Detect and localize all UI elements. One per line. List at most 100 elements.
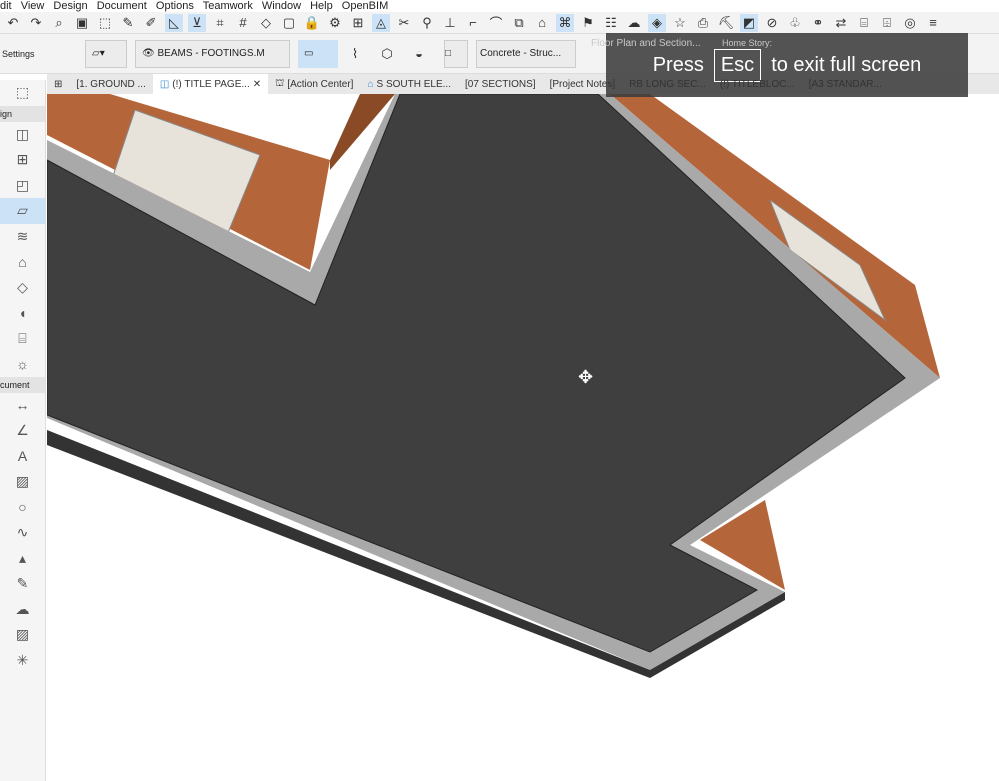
tab-titleblock[interactable]: (!) TITLEBLOC... <box>713 74 802 94</box>
roof-tool[interactable]: ⌂ <box>0 249 45 275</box>
fit-window-icon[interactable]: ▣ <box>73 14 91 32</box>
guide-lines-icon[interactable]: ◺ <box>165 13 183 32</box>
lighthouse-icon: ⛫ <box>275 77 285 89</box>
fill-tool[interactable]: ▨ <box>0 469 45 495</box>
tab-long-section[interactable]: RB LONG SEC... <box>622 74 713 94</box>
material-selector[interactable]: Concrete - Struc... <box>476 39 576 68</box>
section-icon[interactable]: ◩ <box>740 13 758 32</box>
cloud-tool[interactable]: ☁ <box>0 597 45 623</box>
window-tool[interactable]: ⊞ <box>0 147 45 173</box>
tab-grid-icon[interactable]: ⊞ <box>47 74 69 94</box>
scissors-icon[interactable]: ✂ <box>395 14 413 32</box>
undo-icon[interactable]: ↶ <box>4 14 22 32</box>
settings-label[interactable]: Settings <box>0 49 85 59</box>
cross-section-button[interactable]: □ <box>444 39 468 68</box>
tab-project-notes[interactable]: [Project Notes] <box>543 74 623 94</box>
eyedropper-icon[interactable]: ✎ <box>119 14 137 32</box>
menu-view[interactable]: View <box>21 0 45 12</box>
tab-action-center[interactable]: ⛫ [Action Center] <box>268 74 360 94</box>
layer-icon[interactable]: ▢ <box>280 14 298 32</box>
building-icon[interactable]: ⌸ <box>855 14 873 32</box>
door-tool[interactable]: ◰ <box>0 173 45 199</box>
publish-icon[interactable]: ⎙ <box>694 14 712 32</box>
angle-dimension-tool[interactable]: ∠ <box>0 418 45 444</box>
menu-edit[interactable]: dit <box>0 0 12 12</box>
polyline-beam-icon[interactable]: ⌇ <box>346 45 364 63</box>
plane-icon[interactable]: ◇ <box>257 14 275 32</box>
tab-title-page[interactable]: ◫ (!) TITLE PAGE... ✕ <box>152 74 269 94</box>
view-icon[interactable]: ◎ <box>901 14 919 32</box>
tab-ground-floor[interactable]: [1. GROUND ... <box>69 74 152 94</box>
grid-snap-icon[interactable]: # <box>234 14 252 32</box>
marquee-tool[interactable]: ⬚ <box>0 80 45 106</box>
dimension-tool[interactable]: ↔ <box>0 393 45 419</box>
slanted-beam-icon[interactable]: ⬡ <box>378 45 396 63</box>
close-icon[interactable]: ✕ <box>253 79 261 90</box>
3d-model: ✥ <box>47 94 940 678</box>
beam-geometry-button[interactable]: ▱▾ <box>85 39 127 68</box>
material-value: Concrete - Struc... <box>480 48 562 59</box>
tab-sections[interactable]: [07 SECTIONS] <box>458 74 543 94</box>
resize-icon[interactable]: ⧉ <box>510 14 528 32</box>
cloud-icon[interactable]: ☁ <box>625 14 643 32</box>
menu-document[interactable]: Document <box>97 0 147 12</box>
stair-tool[interactable]: ≋ <box>0 224 45 250</box>
brush-icon[interactable]: ⛏ <box>717 14 735 32</box>
design-section-header[interactable]: ign <box>0 105 45 122</box>
measure-icon[interactable]: ⊞ <box>349 14 367 32</box>
figure-tool[interactable]: ▨ <box>0 622 45 648</box>
slab-tool[interactable]: ◇ <box>0 275 45 301</box>
shell-tool[interactable]: ◖ <box>0 300 45 326</box>
menu-window[interactable]: Window <box>262 0 301 12</box>
circle-tool[interactable]: ○ <box>0 495 45 521</box>
menu-openbim[interactable]: OpenBIM <box>342 0 388 12</box>
syringe-icon[interactable]: ✐ <box>142 14 160 32</box>
favorites-icon[interactable]: ☆ <box>671 14 689 32</box>
menu-options[interactable]: Options <box>156 0 194 12</box>
level-tool[interactable]: ▴ <box>0 546 45 572</box>
arc-icon[interactable]: ⌒ <box>487 14 505 32</box>
send-icon[interactable]: ⇄ <box>832 14 850 32</box>
coordinates-icon[interactable]: ⌗ <box>211 14 229 32</box>
menu-help[interactable]: Help <box>310 0 333 12</box>
3d-viewport[interactable]: ✥ <box>47 94 999 781</box>
tab-a3-standard[interactable]: [A3 STANDAR... <box>802 74 889 94</box>
roof-icon[interactable]: ⌂ <box>533 14 551 32</box>
menu-design[interactable]: Design <box>53 0 87 12</box>
layer-selector[interactable]: 👁 BEAMS - FOOTINGS.M <box>135 39 290 68</box>
teamwork-icon[interactable]: ⚭ <box>809 14 827 32</box>
spline-tool[interactable]: ∿ <box>0 520 45 546</box>
3d-view-icon[interactable]: ◈ <box>648 13 666 32</box>
object-tool[interactable]: ⌸ <box>0 326 45 352</box>
document-section-header[interactable]: cument <box>0 376 45 393</box>
schedule-icon[interactable]: ☷ <box>602 14 620 32</box>
wall-tool[interactable]: ◫ <box>0 122 45 148</box>
tab-south-elevation[interactable]: ⌂ S SOUTH ELE... <box>360 74 458 94</box>
snap-guides-icon[interactable]: ⊻ <box>188 13 206 32</box>
renovation-icon[interactable]: ⚙ <box>326 14 344 32</box>
beam-icon: ▱▾ <box>92 48 105 59</box>
beam-tool[interactable]: ▱ <box>0 198 45 224</box>
floor-plan-display[interactable]: Floor Plan and Section... <box>584 35 714 51</box>
lock-icon[interactable]: 🔒 <box>303 14 321 32</box>
offset-icon[interactable]: ⊥ <box>441 14 459 32</box>
magic-wand-icon[interactable]: ⚲ <box>418 14 436 32</box>
menu-teamwork[interactable]: Teamwork <box>203 0 253 12</box>
tree-icon[interactable]: ♧ <box>786 14 804 32</box>
lamp-tool[interactable]: ☼ <box>0 351 45 377</box>
flag-icon[interactable]: ⚑ <box>579 14 597 32</box>
select-all-icon[interactable]: ⌘ <box>556 13 574 32</box>
trace-icon[interactable]: ◬ <box>372 13 390 32</box>
hotspot-tool[interactable]: ✳ <box>0 648 45 674</box>
redo-icon[interactable]: ↷ <box>27 14 45 32</box>
text-tool[interactable]: A <box>0 444 45 470</box>
curved-beam-icon[interactable]: ◒ <box>410 45 428 63</box>
find-select-icon[interactable]: ⌕ <box>50 14 68 32</box>
straight-beam-button[interactable]: ▭ <box>298 39 338 68</box>
drawing-tool[interactable]: ✎ <box>0 571 45 597</box>
stair-icon[interactable]: ≡ <box>924 14 942 32</box>
marquee-icon[interactable]: ⬚ <box>96 14 114 32</box>
tag-icon[interactable]: ⊘ <box>763 14 781 32</box>
fillet-icon[interactable]: ⌐ <box>464 14 482 32</box>
building-alt-icon[interactable]: ⌹ <box>878 14 896 32</box>
